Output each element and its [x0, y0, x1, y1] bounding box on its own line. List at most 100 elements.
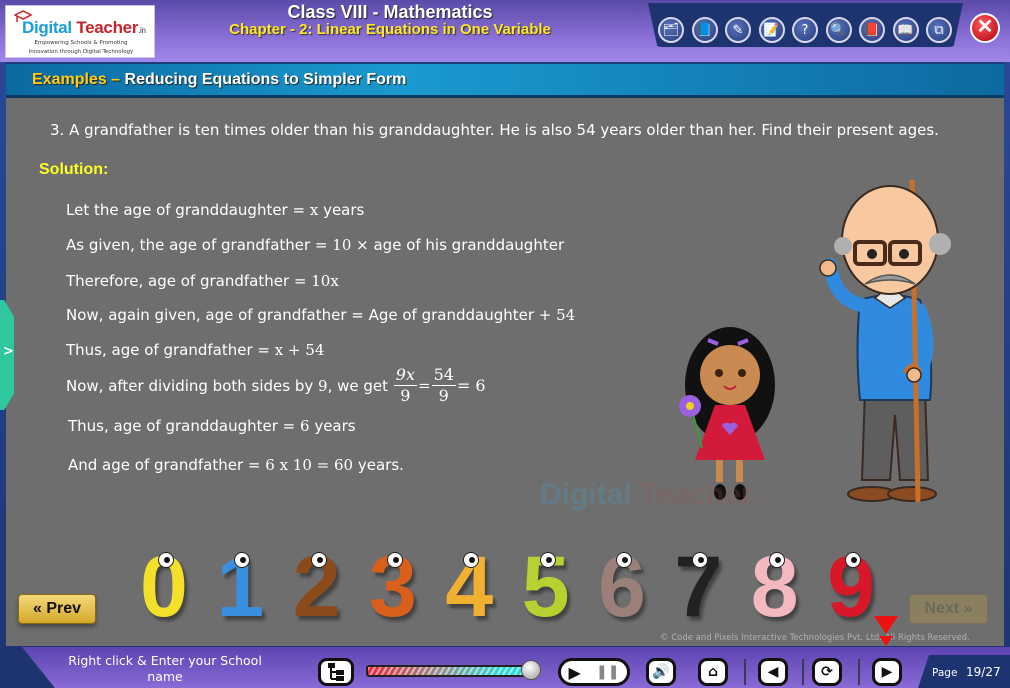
- monster-digit-7: 7: [674, 539, 723, 635]
- drawing-pad-icon: ✎: [732, 22, 744, 38]
- monster-eye-icon: [768, 552, 785, 568]
- line-text: Thus, age of grandfather =: [66, 341, 275, 359]
- fraction-numerator: 9x: [393, 365, 417, 386]
- page-number: 19/27: [966, 665, 1001, 679]
- watermark-digital: Digital: [540, 478, 632, 511]
- refresh-icon: ⟳: [821, 664, 833, 680]
- title-block: Class VIII - Mathematics Chapter - 2: Li…: [200, 2, 580, 38]
- monster-eye-icon: [387, 552, 404, 568]
- side-panel-toggle[interactable]: >: [0, 300, 14, 410]
- line-math: 6 x 10 = 60: [265, 456, 354, 474]
- volume-button[interactable]: 🔊: [646, 658, 676, 686]
- solution-line: And age of grandfather = 6 x 10 = 60 yea…: [68, 456, 404, 474]
- close-button[interactable]: ✕: [970, 13, 1000, 43]
- open-book-button[interactable]: 📖: [892, 17, 919, 43]
- section-heading: Examples – Reducing Equations to Simpler…: [32, 71, 406, 89]
- next-indicator-arrow-icon: [874, 616, 898, 646]
- number-monsters-strip: 0123456789: [140, 542, 875, 630]
- fraction-9x-over-9: 9x 9: [393, 365, 417, 406]
- home-button[interactable]: ⌂: [698, 658, 728, 686]
- logo-tagline-2: Innovation through Digital Technology: [28, 49, 134, 55]
- monster-digit-8: 8: [750, 539, 799, 635]
- monster-digit-3: 3: [369, 539, 417, 635]
- fraction-54-over-9: 54 9: [431, 365, 456, 406]
- grandfather-granddaughter-illustration: [679, 180, 951, 503]
- solution-line: As given, the age of grandfather = 10 × …: [66, 236, 564, 254]
- triangle-right-icon: ▶: [881, 664, 893, 680]
- monster-eye-icon: [539, 552, 556, 568]
- monster-digit-1: 1: [216, 539, 265, 635]
- monster-eye-icon: [234, 552, 251, 568]
- section-title: Reducing Equations to Simpler Form: [124, 71, 407, 88]
- window-resize-icon: ⧉: [934, 22, 944, 38]
- line-math: 54: [556, 306, 576, 324]
- progress-slider-track[interactable]: [366, 665, 534, 677]
- watermark-logo: Digital Teacher.in: [540, 478, 766, 512]
- solution-line: Thus, age of grandfather = x + 54: [66, 341, 324, 359]
- progress-slider-knob[interactable]: [520, 660, 541, 680]
- solution-line: Therefore, age of grandfather = 10x: [66, 272, 339, 290]
- line-text: years.: [353, 456, 404, 474]
- next-button[interactable]: Next »: [909, 594, 988, 624]
- line-math: 10: [332, 236, 352, 254]
- fraction-numerator: 54: [431, 365, 456, 386]
- chevron-right-icon: >: [3, 344, 14, 359]
- tree-structure-icon: [328, 663, 344, 681]
- zoom-button[interactable]: 🔍: [825, 17, 852, 43]
- glossary-book-icon: 📕: [863, 22, 881, 38]
- monster-eye-icon: [692, 552, 709, 568]
- drawing-pad-button[interactable]: ✎: [725, 17, 751, 43]
- solution-line: Thus, age of granddaughter = 6 years: [68, 417, 356, 435]
- play-icon: ▶: [568, 662, 581, 682]
- line-text: Now, after dividing both sides by: [66, 376, 319, 395]
- line-text: Therefore, age of grandfather =: [66, 272, 312, 290]
- monster-eye-icon: [463, 552, 480, 568]
- line-text: Thus, age of granddaughter =: [68, 417, 301, 435]
- line-text: years: [309, 417, 356, 435]
- header: Digital Teacher.in Empowering Schools & …: [0, 0, 1010, 62]
- folder-clock-icon: 🗂: [662, 22, 680, 38]
- book-icon: 📘: [696, 22, 713, 38]
- speaker-icon: 🔊: [652, 664, 670, 680]
- next-page-button[interactable]: ▶: [872, 658, 902, 686]
- previous-page-button[interactable]: ◀: [758, 658, 788, 686]
- replay-button[interactable]: ⟳: [812, 658, 842, 686]
- home-icon: ⌂: [707, 664, 719, 680]
- footer-divider: [802, 659, 804, 685]
- book-button[interactable]: 📘: [691, 17, 718, 43]
- granddaughter-figure: [679, 327, 775, 500]
- glossary-book-button[interactable]: 📕: [859, 17, 885, 43]
- monster-digit-4: 4: [445, 539, 494, 635]
- help-button[interactable]: ?: [792, 17, 818, 43]
- line-math: x + 54: [274, 341, 325, 359]
- digital-teacher-logo: Digital Teacher.in Empowering Schools & …: [5, 5, 155, 58]
- folder-clock-button[interactable]: 🗂: [658, 17, 684, 43]
- school-name-field[interactable]: Right click & Enter your School name: [55, 653, 275, 685]
- monster-digit-2: 2: [292, 539, 341, 635]
- solution-label: Solution:: [39, 161, 109, 178]
- line-text-group: Now, after dividing both sides by 9, we …: [66, 377, 388, 395]
- solution-line-fraction: Now, after dividing both sides by 9, we …: [66, 365, 486, 406]
- monster-digit-0: 0: [140, 539, 188, 635]
- solution-line: Now, again given, age of grandfather = A…: [66, 306, 575, 324]
- prev-button[interactable]: « Prev: [18, 594, 96, 624]
- play-pause-button[interactable]: ▶ ❚❚: [558, 658, 630, 686]
- page-label: Page: [932, 667, 958, 679]
- watermark-suffix: .in: [752, 495, 766, 507]
- index-tree-button[interactable]: [318, 658, 354, 686]
- grandfather-figure: [819, 180, 951, 503]
- line-math: 9: [318, 376, 328, 395]
- logo-brand-teacher: Teacher: [71, 18, 139, 37]
- section-banner: Examples – Reducing Equations to Simpler…: [6, 62, 1004, 98]
- watermark-teacher: Teacher: [631, 478, 753, 511]
- line-text: years: [318, 201, 365, 219]
- window-resize-button[interactable]: ⧉: [926, 17, 952, 43]
- app-window: Digital Teacher.in Empowering Schools & …: [0, 0, 1010, 688]
- monster-eye-icon: [616, 552, 633, 568]
- notepad-button[interactable]: 📝: [758, 17, 785, 43]
- triangle-left-icon: ◀: [767, 664, 779, 680]
- footer-corner: [0, 647, 55, 688]
- question-text: 3. A grandfather is ten times older than…: [50, 121, 939, 139]
- zoom-icon: 🔍: [830, 22, 847, 38]
- footer-divider: [858, 659, 860, 685]
